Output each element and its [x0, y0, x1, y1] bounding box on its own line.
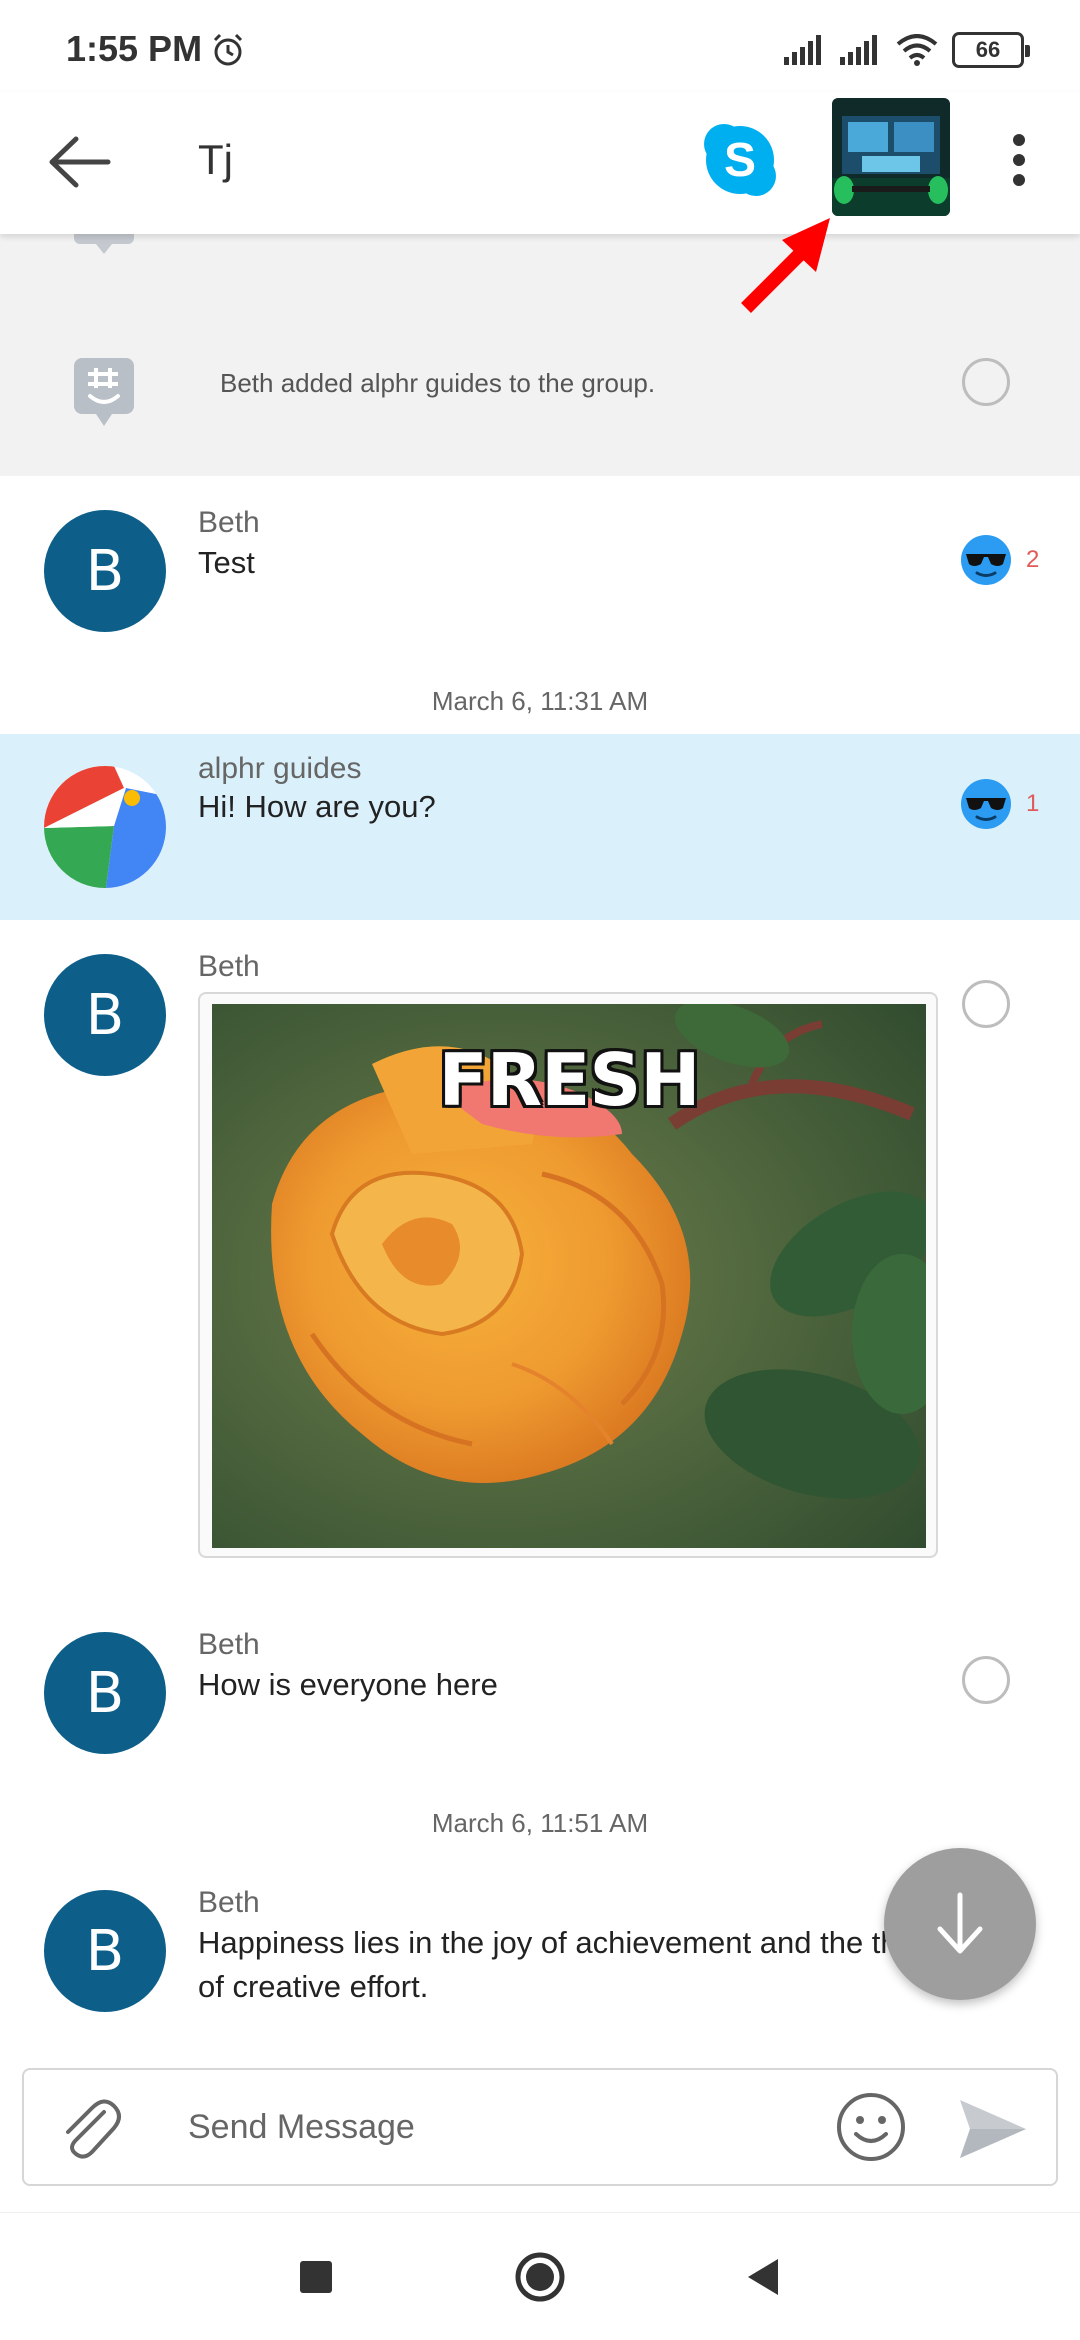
send-icon[interactable] [956, 2094, 1030, 2164]
back-arrow-icon[interactable] [40, 122, 120, 202]
system-nav-bar [0, 2212, 1080, 2340]
alarm-icon [213, 33, 243, 66]
skype-icon[interactable]: S [700, 120, 780, 200]
arrow-down-icon [937, 1892, 983, 1954]
date-separator: March 6, 11:31 AM [431, 686, 649, 716]
reaction[interactable]: 1 [960, 778, 1039, 830]
date-separator: March 6, 11:51 AM [431, 1808, 649, 1838]
message-composer [22, 2068, 1058, 2186]
image-attachment[interactable]: FRESH [198, 992, 938, 1558]
select-radio[interactable] [962, 980, 1010, 1028]
scroll-to-bottom-button[interactable] [884, 1848, 1036, 2000]
status-icons: 66 [784, 30, 1030, 70]
status-bar: 1:55 PM 66 [0, 0, 1080, 92]
signal-icon [784, 35, 821, 65]
battery-icon: 66 [952, 32, 1030, 68]
reaction[interactable]: 2 [960, 534, 1039, 586]
wifi-icon [896, 34, 938, 66]
avatar-letter: B [85, 1918, 125, 1984]
sunglasses-emoji-icon [961, 779, 1011, 829]
svg-text:S: S [724, 134, 756, 187]
avatar[interactable]: B [44, 1632, 166, 1754]
reaction-count: 1 [1026, 790, 1040, 817]
message-input[interactable] [188, 2092, 828, 2162]
signal-icon [840, 35, 877, 65]
message-text: Hi! How are you? [198, 789, 436, 824]
avatar[interactable]: B [44, 510, 166, 632]
system-message-text: Beth added alphr guides to the group. [220, 368, 656, 398]
annotation-arrow [741, 218, 830, 313]
select-radio[interactable] [962, 1656, 1010, 1704]
message-text: How is everyone here [198, 1667, 498, 1702]
message-item-highlighted[interactable]: alphr guides Hi! How are you? 1 [0, 734, 1080, 920]
back-nav-icon[interactable] [734, 2247, 794, 2307]
sender-name: Beth [198, 1886, 260, 1919]
alphr-avatar[interactable] [44, 766, 166, 888]
avatar[interactable]: B [44, 954, 166, 1076]
more-vert-icon[interactable] [994, 120, 1044, 200]
sender-name: Beth [198, 506, 260, 539]
app-bar: Tj S [0, 92, 1080, 234]
message-text-line1: Happiness lies in the joy of achievement… [198, 1925, 898, 1960]
meme-caption: FRESH [438, 1038, 701, 1122]
avatar[interactable]: B [44, 1890, 166, 2012]
avatar-letter: B [85, 1660, 125, 1726]
message-text-line2: of creative effort. [198, 1969, 429, 2004]
rose-photo: FRESH [212, 1004, 926, 1548]
home-icon[interactable] [510, 2247, 570, 2307]
sunglasses-emoji-icon [961, 535, 1011, 585]
groupme-icon [74, 234, 134, 254]
emoji-icon[interactable] [834, 2090, 908, 2164]
sender-name: Beth [198, 1628, 260, 1661]
avatar-letter: B [85, 982, 125, 1048]
sender-name: alphr guides [198, 752, 362, 785]
message-text: Test [198, 545, 255, 580]
reaction-count: 2 [1026, 546, 1040, 573]
system-message: Beth added alphr guides to the group. [0, 234, 1080, 476]
status-time: 1:55 PM [66, 28, 203, 69]
conversation-title[interactable]: Tj [198, 136, 233, 184]
sender-name: Beth [198, 950, 260, 983]
paperclip-icon[interactable] [54, 2092, 124, 2162]
groupme-icon [74, 358, 134, 426]
recents-icon[interactable] [286, 2247, 346, 2307]
battery-level: 66 [975, 37, 1001, 62]
select-radio[interactable] [962, 358, 1010, 406]
avatar-letter: B [85, 538, 125, 604]
group-photo-thumbnail[interactable] [832, 98, 950, 216]
message-list[interactable]: Beth added alphr guides to the group. B … [0, 234, 1080, 2066]
